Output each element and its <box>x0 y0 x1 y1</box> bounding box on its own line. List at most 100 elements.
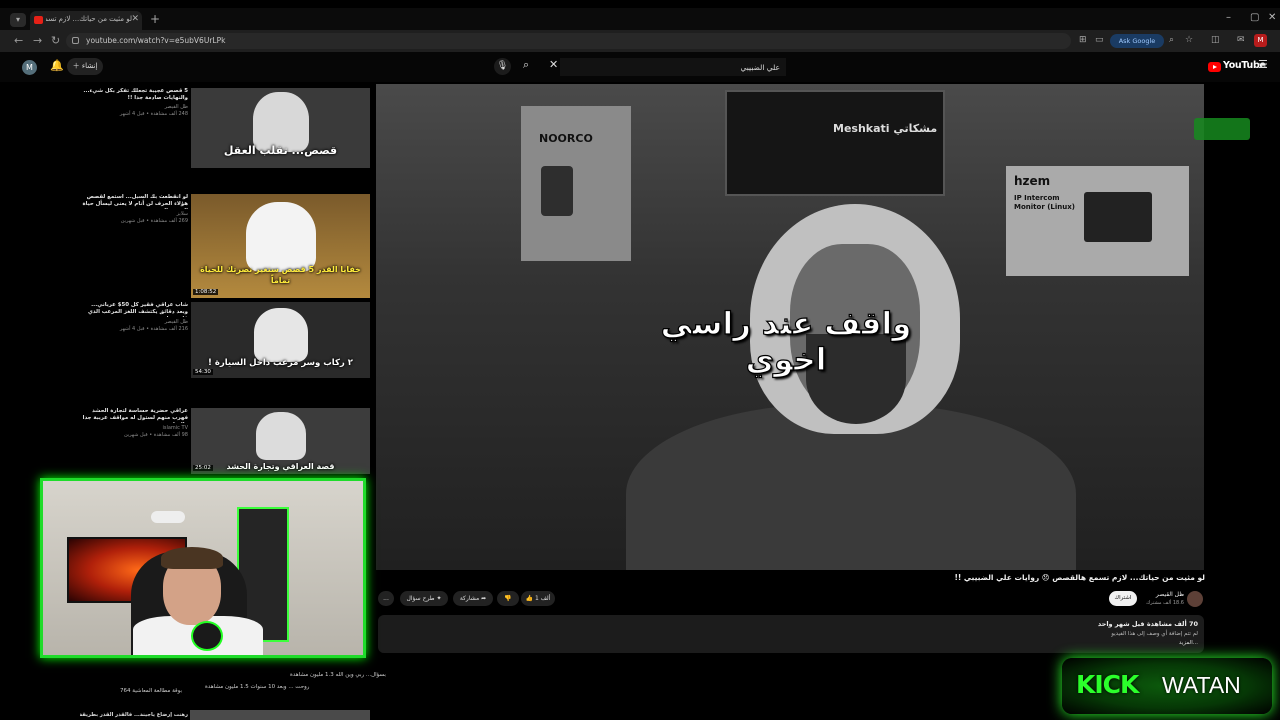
account-avatar[interactable]: M <box>22 60 37 75</box>
close-window-icon[interactable]: ✕ <box>1268 12 1276 23</box>
ask-label: طرح سؤال <box>406 595 435 602</box>
recommendation-channel[interactable]: سلايز <box>80 211 188 217</box>
recommendation-channel[interactable]: islamic TV <box>80 425 188 431</box>
watan-text: WATAN <box>1162 672 1241 698</box>
recommendation-item[interactable]: شاب عراقي فقير كل 50$ عرباني... وبعد دقا… <box>0 302 372 402</box>
site-info-icon[interactable] <box>72 37 79 44</box>
streamer-hair <box>161 547 223 569</box>
video-title: لو مثيت من حياتك... لازم تسمع هالقصص 😞 ر… <box>954 573 1205 582</box>
recommendation-thumbnail[interactable]: قصة العراقي وتجارة الحشد 25:02 <box>191 408 370 474</box>
recommendation-channel[interactable]: ظل القيصر <box>80 104 188 110</box>
webcam-overlay <box>40 478 366 658</box>
cam-rec-label: بسؤال... ربي وين الله 1.3 مليون مشاهدة <box>290 672 386 678</box>
recommendation-meta: 216 ألف مشاهدة • قبل 4 أشهر <box>119 326 188 332</box>
recommendation-item[interactable]: لو انقطعت بك السبل... استمع لقصص هؤلاء ا… <box>0 194 372 300</box>
subscribe-button[interactable]: اشتراك <box>1109 591 1137 606</box>
recommendation-info: شاب عراقي فقير كل 50$ عرباني... وبعد دقا… <box>80 302 188 332</box>
recommendation-title[interactable]: لو انقطعت بك السبل... استمع لقصص هؤلاء ا… <box>80 194 188 209</box>
ip-intercom-text: IP Intercom Monitor (Linux) <box>1014 194 1075 211</box>
video-duration: 1:08:52 <box>193 289 219 295</box>
recommendation-meta: 269 ألف مشاهدة • قبل شهرين <box>120 218 188 224</box>
recommendation-title[interactable]: 5 قصص عجيبة تجعلك تفكر بكل شيء... والنها… <box>80 88 188 102</box>
recommendation-channel[interactable]: ظل القيصر <box>80 319 188 325</box>
translate-icon[interactable]: ⊞ <box>1079 35 1087 45</box>
recommendation-title[interactable]: شاب عراقي فقير كل 50$ عرباني... وبعد دقا… <box>80 302 188 317</box>
thumbnail-figure <box>253 308 308 362</box>
thumbnail-figure <box>255 412 306 460</box>
reload-icon[interactable]: ↻ <box>51 34 60 47</box>
description-stats: 70 ألف مشاهدة قبل شهر واحد <box>1097 620 1198 628</box>
recommendation-item[interactable]: 5 قصص عجيبة تجعلك تفكر بكل شيء... والنها… <box>0 88 372 190</box>
back-icon[interactable]: ← <box>14 34 23 47</box>
cam-rec-meta: 764 <box>120 688 131 694</box>
video-player[interactable]: NOORCO Meshkati مشكاتي hzem IP Intercom … <box>376 84 1204 570</box>
search-input[interactable] <box>560 58 786 76</box>
recommendation-meta: 248 ألف مشاهدة • قبل 4 أشهر <box>119 111 188 118</box>
recommendation-info: لو انقطعت بك السبل... استمع لقصص هؤلاء ا… <box>80 194 188 224</box>
create-button[interactable]: ＋ إنشاء <box>67 58 103 75</box>
recommendation-thumbnail[interactable] <box>190 710 370 720</box>
mail-icon[interactable]: ✉ <box>1237 35 1245 45</box>
tab-close-icon[interactable]: ✕ <box>131 14 139 24</box>
recommendation-thumbnail[interactable]: ٢ ركاب وسر مرعب داخل السيارة ! 54:30 <box>191 302 370 378</box>
like-button[interactable]: 👍 1 ألف <box>521 591 555 606</box>
video-duration: 25:02 <box>193 465 213 471</box>
url-text: youtube.com/watch?v=e5ubV6UrLPk <box>86 36 226 45</box>
ask-button[interactable]: طرح سؤال ✦ <box>400 591 448 606</box>
channel-avatar[interactable] <box>1187 591 1203 607</box>
description-text: لم تتم إضافة أي وصف إلى هذا الفيديو <box>1111 631 1198 637</box>
browser-tab-bar: ▾ لو مثيت من حياتك... لازم تسم... ✕ + – … <box>0 8 1280 30</box>
notifications-bell-icon[interactable]: 🔔 <box>50 59 64 72</box>
bookmark-star-icon[interactable]: ☆ <box>1185 35 1193 45</box>
thumbnail-figure <box>245 202 316 272</box>
cast-icon[interactable]: ▭ <box>1095 35 1104 45</box>
green-marker <box>1194 118 1250 140</box>
cam-rec-label: روحت ... وبعد 10 سنوات 1.5 مليون مشاهدة <box>205 684 309 690</box>
kick-text: KICK <box>1076 670 1139 699</box>
search-icon[interactable]: ⌕ <box>523 58 529 72</box>
streamer-badge-logo <box>191 621 223 651</box>
ask-google-button[interactable]: Ask Google <box>1110 34 1164 48</box>
zoom-icon[interactable]: ⌕ <box>1169 35 1174 45</box>
description-box[interactable]: 70 ألف مشاهدة قبل شهر واحد لم تتم إضافة … <box>378 615 1204 653</box>
dislike-button[interactable]: 👎 <box>497 591 519 606</box>
browser-tab[interactable]: لو مثيت من حياتك... لازم تسم... ✕ <box>30 11 142 30</box>
minimize-icon[interactable]: – <box>1226 12 1231 23</box>
thumbnail-text: قصة العراقي وتجارة الحشد <box>226 462 335 471</box>
thumbnail-text: قصص... تقلب العقل <box>223 144 338 157</box>
clear-search-icon[interactable]: ✕ <box>549 58 558 71</box>
meshkati-sign-text: Meshkati مشكاتي <box>833 122 938 135</box>
thumbnail-text: خفايا القدر 5 قصص ستغير نصرتك للحياة تما… <box>200 265 361 285</box>
youtube-header: M 🔔 ＋ إنشاء 🎙 ⌕ ✕ YouTube ☰ <box>0 52 1280 82</box>
monitor-screen <box>1084 192 1152 242</box>
thumbnail-text: ٢ ركاب وسر مرعب داخل السيارة ! <box>207 358 353 368</box>
video-caption: واقف عند راسي اخوي <box>660 305 912 378</box>
new-tab-icon[interactable]: + <box>150 12 160 26</box>
recommendation-title[interactable]: رهنت إرضاع ياجينة... فالقدر القدر بطريقة… <box>80 712 188 718</box>
forward-icon[interactable]: → <box>33 34 42 47</box>
extensions-icon[interactable]: ◫ <box>1211 35 1220 45</box>
create-label: إنشاء <box>81 62 98 70</box>
guide-menu-icon[interactable]: ☰ <box>1258 58 1268 71</box>
cam-rec-meta: 1.3 مليون مشاهدة <box>290 672 334 678</box>
intercom-device <box>541 166 573 216</box>
share-button[interactable]: مشاركة ➦ <box>453 591 493 606</box>
cam-rec-title: بوقة مطالعة المعاشية <box>132 688 183 694</box>
recommendation-item[interactable]: عراقي حضرية حساسة لتجارة الحشد فهرب منهم… <box>0 408 372 474</box>
recommendation-thumbnail[interactable]: قصص... تقلب العقل <box>191 88 370 168</box>
maximize-icon[interactable]: ▢ <box>1250 12 1259 23</box>
cam-rec-title: بسؤال... ربي وين الله <box>335 672 386 678</box>
voice-search-mic-icon[interactable]: 🎙 <box>494 58 511 75</box>
kick-watan-logo: KICK WATAN <box>1062 658 1272 714</box>
description-more-link[interactable]: ...المزيد <box>1179 640 1198 646</box>
url-field[interactable]: youtube.com/watch?v=e5ubV6UrLPk <box>66 33 1071 49</box>
more-actions-button[interactable]: ... <box>378 591 394 606</box>
recommendation-meta: 98 ألف مشاهدة • قبل شهرين <box>123 432 188 438</box>
cloud-light <box>151 511 185 523</box>
thumbnail-figure <box>252 92 309 152</box>
tab-search-menu-icon[interactable]: ▾ <box>10 13 26 27</box>
noorco-sign: NOORCO <box>521 106 631 261</box>
profile-avatar[interactable]: M <box>1254 34 1267 47</box>
recommendation-title[interactable]: عراقي حضرية حساسة لتجارة الحشد فهرب منهم… <box>80 408 188 423</box>
recommendation-thumbnail[interactable]: خفايا القدر 5 قصص ستغير نصرتك للحياة تما… <box>191 194 370 298</box>
